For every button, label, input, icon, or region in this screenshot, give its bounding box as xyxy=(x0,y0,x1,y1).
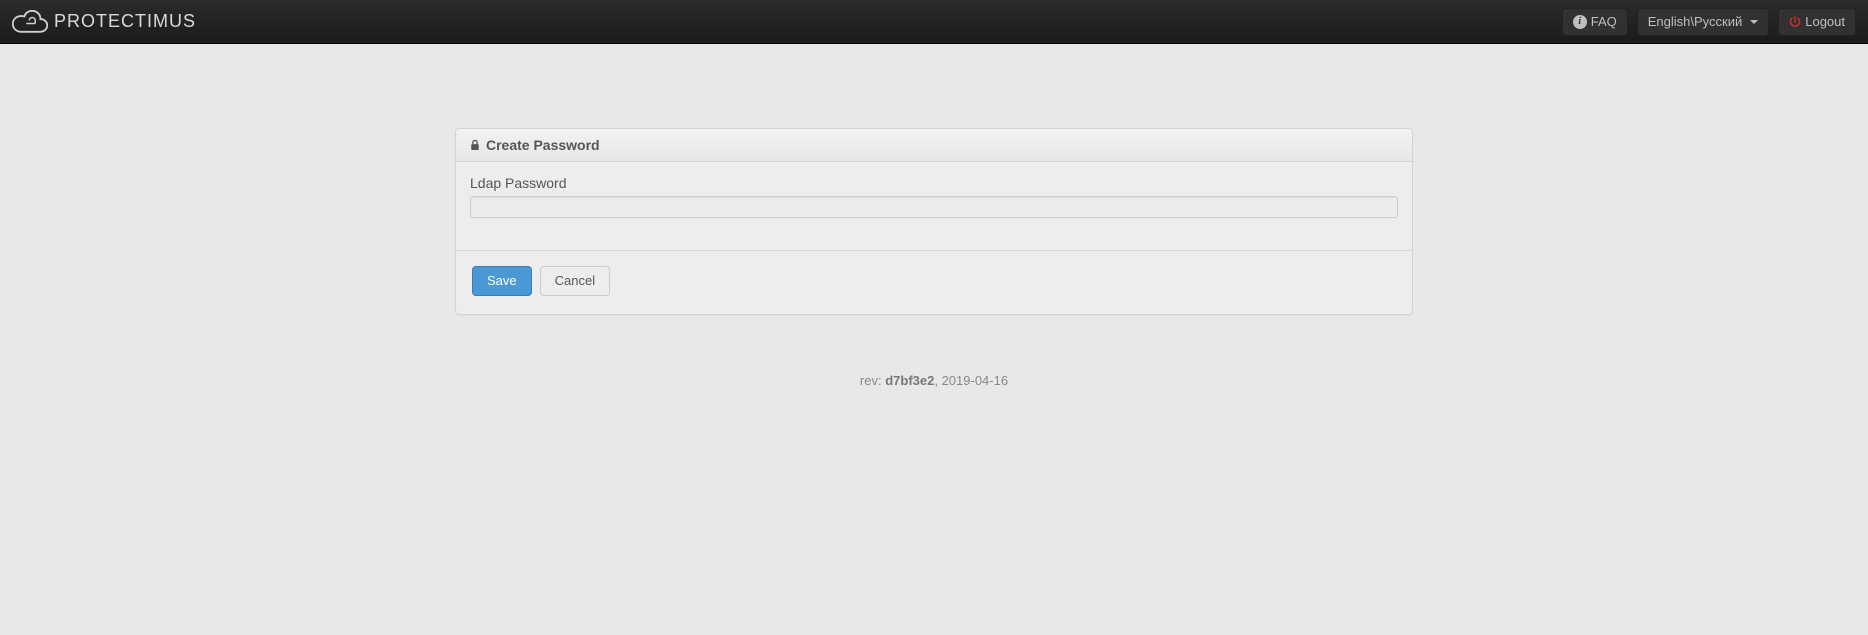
ldap-password-input[interactable] xyxy=(470,196,1398,218)
brand-logo[interactable]: PROTECTIMUS xyxy=(12,10,196,34)
cancel-button[interactable]: Cancel xyxy=(540,266,610,296)
panel-body: Ldap Password xyxy=(456,162,1412,251)
power-icon xyxy=(1789,16,1801,28)
panel-header: Create Password xyxy=(456,129,1412,162)
lock-icon xyxy=(470,139,480,151)
logout-label: Logout xyxy=(1805,13,1845,31)
top-navbar: PROTECTIMUS i FAQ English\Русский Logout xyxy=(0,0,1868,44)
create-password-panel: Create Password Ldap Password Save Cance… xyxy=(455,128,1413,315)
ldap-password-label: Ldap Password xyxy=(470,175,1398,191)
language-dropdown[interactable]: English\Русский xyxy=(1637,8,1770,36)
rev-prefix: rev: xyxy=(860,373,885,388)
brand-text: PROTECTIMUS xyxy=(54,11,196,32)
panel-title: Create Password xyxy=(486,137,600,153)
cloud-lock-icon xyxy=(12,10,48,34)
save-button[interactable]: Save xyxy=(472,266,532,296)
panel-footer: Save Cancel xyxy=(456,251,1412,314)
footer-revision: rev: d7bf3e2, 2019-04-16 xyxy=(455,373,1413,388)
navbar-actions: i FAQ English\Русский Logout xyxy=(1562,8,1856,36)
rev-date: , 2019-04-16 xyxy=(934,373,1008,388)
main-container: Create Password Ldap Password Save Cance… xyxy=(455,128,1413,388)
chevron-down-icon xyxy=(1750,20,1758,24)
faq-button[interactable]: i FAQ xyxy=(1562,8,1628,36)
rev-hash: d7bf3e2 xyxy=(885,373,934,388)
language-label: English\Русский xyxy=(1648,13,1743,31)
faq-label: FAQ xyxy=(1591,13,1617,31)
logout-button[interactable]: Logout xyxy=(1778,8,1856,36)
info-icon: i xyxy=(1573,15,1587,29)
